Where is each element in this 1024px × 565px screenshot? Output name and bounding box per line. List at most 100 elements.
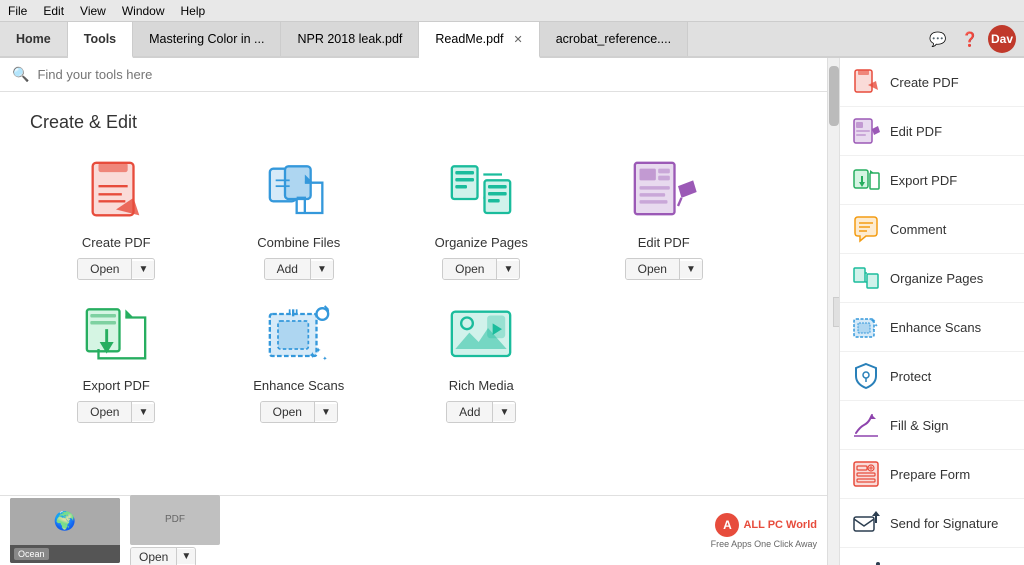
tab-bar: Home Tools Mastering Color in ... NPR 20… [0, 22, 1024, 58]
right-tool-comment[interactable]: Comment [840, 205, 1024, 254]
menu-view[interactable]: View [80, 4, 106, 18]
right-organize-pages-icon [852, 264, 880, 292]
right-create-pdf-label: Create PDF [890, 75, 959, 90]
menu-file[interactable]: File [8, 4, 27, 18]
right-prepare-form-icon [852, 460, 880, 488]
menu-edit[interactable]: Edit [43, 4, 64, 18]
tool-item-enhance-scans: ✦ ✦ ✦ Enhance Scans Open ▼ [213, 300, 386, 423]
right-tool-organize-pages[interactable]: Organize Pages [840, 254, 1024, 303]
combine-files-btn[interactable]: Add ▼ [264, 258, 334, 280]
right-fill-sign-label: Fill & Sign [890, 418, 949, 433]
tab-mastering-color[interactable]: Mastering Color in ... [133, 22, 281, 56]
right-tool-protect[interactable]: Protect [840, 352, 1024, 401]
right-tool-prepare-form[interactable]: Prepare Form [840, 450, 1024, 499]
right-tool-send-signature[interactable]: Send for Signature [840, 499, 1024, 548]
right-tool-export-pdf[interactable]: Export PDF [840, 156, 1024, 205]
combine-files-label: Combine Files [257, 235, 340, 250]
watermark-buttons: Open ▼ [130, 547, 220, 565]
watermark-overlay: 🌍 Ocean PDF Open ▼ [0, 495, 827, 565]
create-pdf-btn[interactable]: Open ▼ [77, 258, 155, 280]
watermark-open-btn[interactable]: Open ▼ [130, 547, 196, 565]
user-avatar[interactable]: Dav [988, 25, 1016, 53]
tab-acrobat-reference[interactable]: acrobat_reference.... [540, 22, 688, 56]
right-enhance-scans-label: Enhance Scans [890, 320, 981, 335]
tab-tools[interactable]: Tools [68, 22, 133, 58]
tool-grid: Create PDF Open ▼ [30, 157, 750, 423]
edit-pdf-btn[interactable]: Open ▼ [625, 258, 703, 280]
search-input[interactable] [37, 67, 827, 82]
create-pdf-label: Create PDF [82, 235, 151, 250]
right-prepare-form-label: Prepare Form [890, 467, 970, 482]
tool-item-create-pdf: Create PDF Open ▼ [30, 157, 203, 280]
menu-help[interactable]: Help [181, 4, 206, 18]
search-bar: 🔍 [0, 58, 839, 92]
right-tool-create-pdf[interactable]: Create PDF [840, 58, 1024, 107]
right-enhance-scans-icon: ✦ ✦ ✦ [852, 313, 880, 341]
tool-item-export-pdf: Export PDF Open ▼ [30, 300, 203, 423]
watermark-thumbnail: 🌍 Ocean [10, 498, 120, 563]
right-panel: Create PDF Edit PDF [839, 58, 1024, 565]
right-edit-pdf-label: Edit PDF [890, 124, 942, 139]
menu-bar: File Edit View Window Help [0, 0, 1024, 22]
right-edit-pdf-icon [852, 117, 880, 145]
right-comment-label: Comment [890, 222, 946, 237]
main-layout: 🔍 Create & Edit [0, 58, 1024, 565]
tab-npr[interactable]: NPR 2018 leak.pdf [281, 22, 419, 56]
right-protect-icon [852, 362, 880, 390]
right-tool-fill-sign[interactable]: Fill & Sign [840, 401, 1024, 450]
brand-name: ALL PC World [743, 519, 817, 531]
tool-item-rich-media: Rich Media Add ▼ [395, 300, 568, 423]
rich-media-btn[interactable]: Add ▼ [446, 401, 516, 423]
right-export-pdf-label: Export PDF [890, 173, 957, 188]
export-pdf-btn[interactable]: Open ▼ [77, 401, 155, 423]
right-comment-icon [852, 215, 880, 243]
watermark-brand: A ALL PC World Free Apps One Click Away [711, 513, 817, 549]
tab-actions: 💬 ❓ Dav [916, 22, 1024, 56]
edit-pdf-label: Edit PDF [638, 235, 690, 250]
tab-home[interactable]: Home [0, 22, 68, 56]
search-icon: 🔍 [12, 66, 29, 83]
right-export-pdf-icon [852, 166, 880, 194]
right-send-signature-label: Send for Signature [890, 516, 998, 531]
brand-logo-icon: A [715, 513, 739, 537]
tool-item-combine-files: Combine Files Add ▼ [213, 157, 386, 280]
help-button[interactable]: ❓ [956, 25, 984, 53]
right-tool-enhance-scans[interactable]: ✦ ✦ ✦ Enhance Scans [840, 303, 1024, 352]
export-pdf-label: Export PDF [83, 378, 150, 393]
enhance-scans-icon: ✦ ✦ ✦ [264, 300, 334, 370]
tool-item-organize-pages: Organize Pages Open ▼ [395, 157, 568, 280]
section-title: Create & Edit [30, 112, 809, 133]
rich-media-icon [446, 300, 516, 370]
enhance-scans-label: Enhance Scans [253, 378, 344, 393]
tab-close-readme[interactable]: ✕ [514, 33, 523, 46]
create-pdf-icon [81, 157, 151, 227]
organize-pages-icon [446, 157, 516, 227]
right-send-signature-icon [852, 509, 880, 537]
content-area: Create & Edit Create PDF [0, 92, 839, 443]
right-protect-label: Protect [890, 369, 931, 384]
organize-pages-label: Organize Pages [435, 235, 528, 250]
scrollbar-thumb[interactable] [829, 66, 839, 126]
left-panel: 🔍 Create & Edit [0, 58, 839, 565]
combine-files-icon [264, 157, 334, 227]
tool-item-edit-pdf: Edit PDF Open ▼ [578, 157, 751, 280]
organize-pages-btn[interactable]: Open ▼ [442, 258, 520, 280]
menu-window[interactable]: Window [122, 4, 165, 18]
enhance-scans-btn[interactable]: Open ▼ [260, 401, 338, 423]
export-pdf-icon [81, 300, 151, 370]
rich-media-label: Rich Media [449, 378, 514, 393]
right-organize-pages-label: Organize Pages [890, 271, 983, 286]
svg-text:✦: ✦ [322, 356, 327, 363]
right-tool-send-track[interactable]: Send & Track [840, 548, 1024, 565]
chat-button[interactable]: 💬 [924, 25, 952, 53]
edit-pdf-icon [629, 157, 699, 227]
brand-tagline: Free Apps One Click Away [711, 539, 817, 549]
svg-text:✦: ✦ [315, 347, 321, 355]
watermark-second-thumb: PDF Open ▼ [130, 495, 220, 565]
right-fill-sign-icon [852, 411, 880, 439]
collapse-arrow[interactable]: › [833, 297, 839, 327]
right-send-track-icon [852, 558, 880, 565]
tab-readme[interactable]: ReadMe.pdf ✕ [419, 22, 539, 58]
right-tool-edit-pdf[interactable]: Edit PDF [840, 107, 1024, 156]
right-create-pdf-icon [852, 68, 880, 96]
